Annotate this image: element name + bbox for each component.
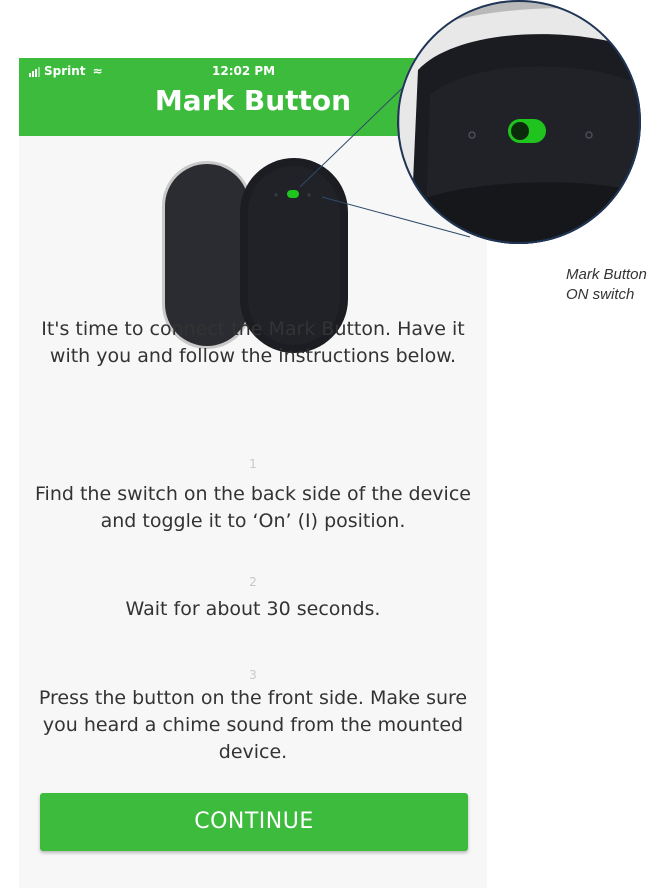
callout-line-1: Mark Button (566, 266, 647, 283)
switch-callout-label: Mark Button ON switch (566, 265, 647, 305)
carrier-indicator: Sprint ≈ (29, 64, 103, 78)
wifi-icon: ≈ (92, 64, 103, 78)
step-3-text: Press the button on the front side. Make… (38, 687, 468, 763)
step-3-number: 3 (249, 668, 257, 682)
location-arrow-icon: ↗ 2 (413, 64, 434, 77)
step-2-text: Wait for about 30 seconds. (125, 598, 381, 620)
step-2-number: 2 (249, 575, 257, 589)
status-bar: Sprint ≈ 12:02 PM ↗ 2 (19, 62, 487, 82)
continue-button[interactable]: CONTINUE (40, 793, 468, 851)
app-header: Sprint ≈ 12:02 PM ↗ 2 Mark Button (19, 58, 487, 136)
app-screen: Sprint ≈ 12:02 PM ↗ 2 Mark Button It's t… (19, 58, 487, 888)
carrier-name: Sprint (44, 64, 86, 78)
signal-icon (29, 66, 40, 77)
intro-text: It's time to connect the Mark Button. Ha… (41, 318, 465, 367)
status-time: 12:02 PM (212, 64, 276, 78)
step-1-number: 1 (249, 457, 257, 471)
on-switch-icon (287, 190, 299, 198)
step-1-text: Find the switch on the back side of the … (35, 483, 471, 532)
page-title: Mark Button (154, 84, 352, 117)
callout-line-2: ON switch (566, 286, 635, 303)
